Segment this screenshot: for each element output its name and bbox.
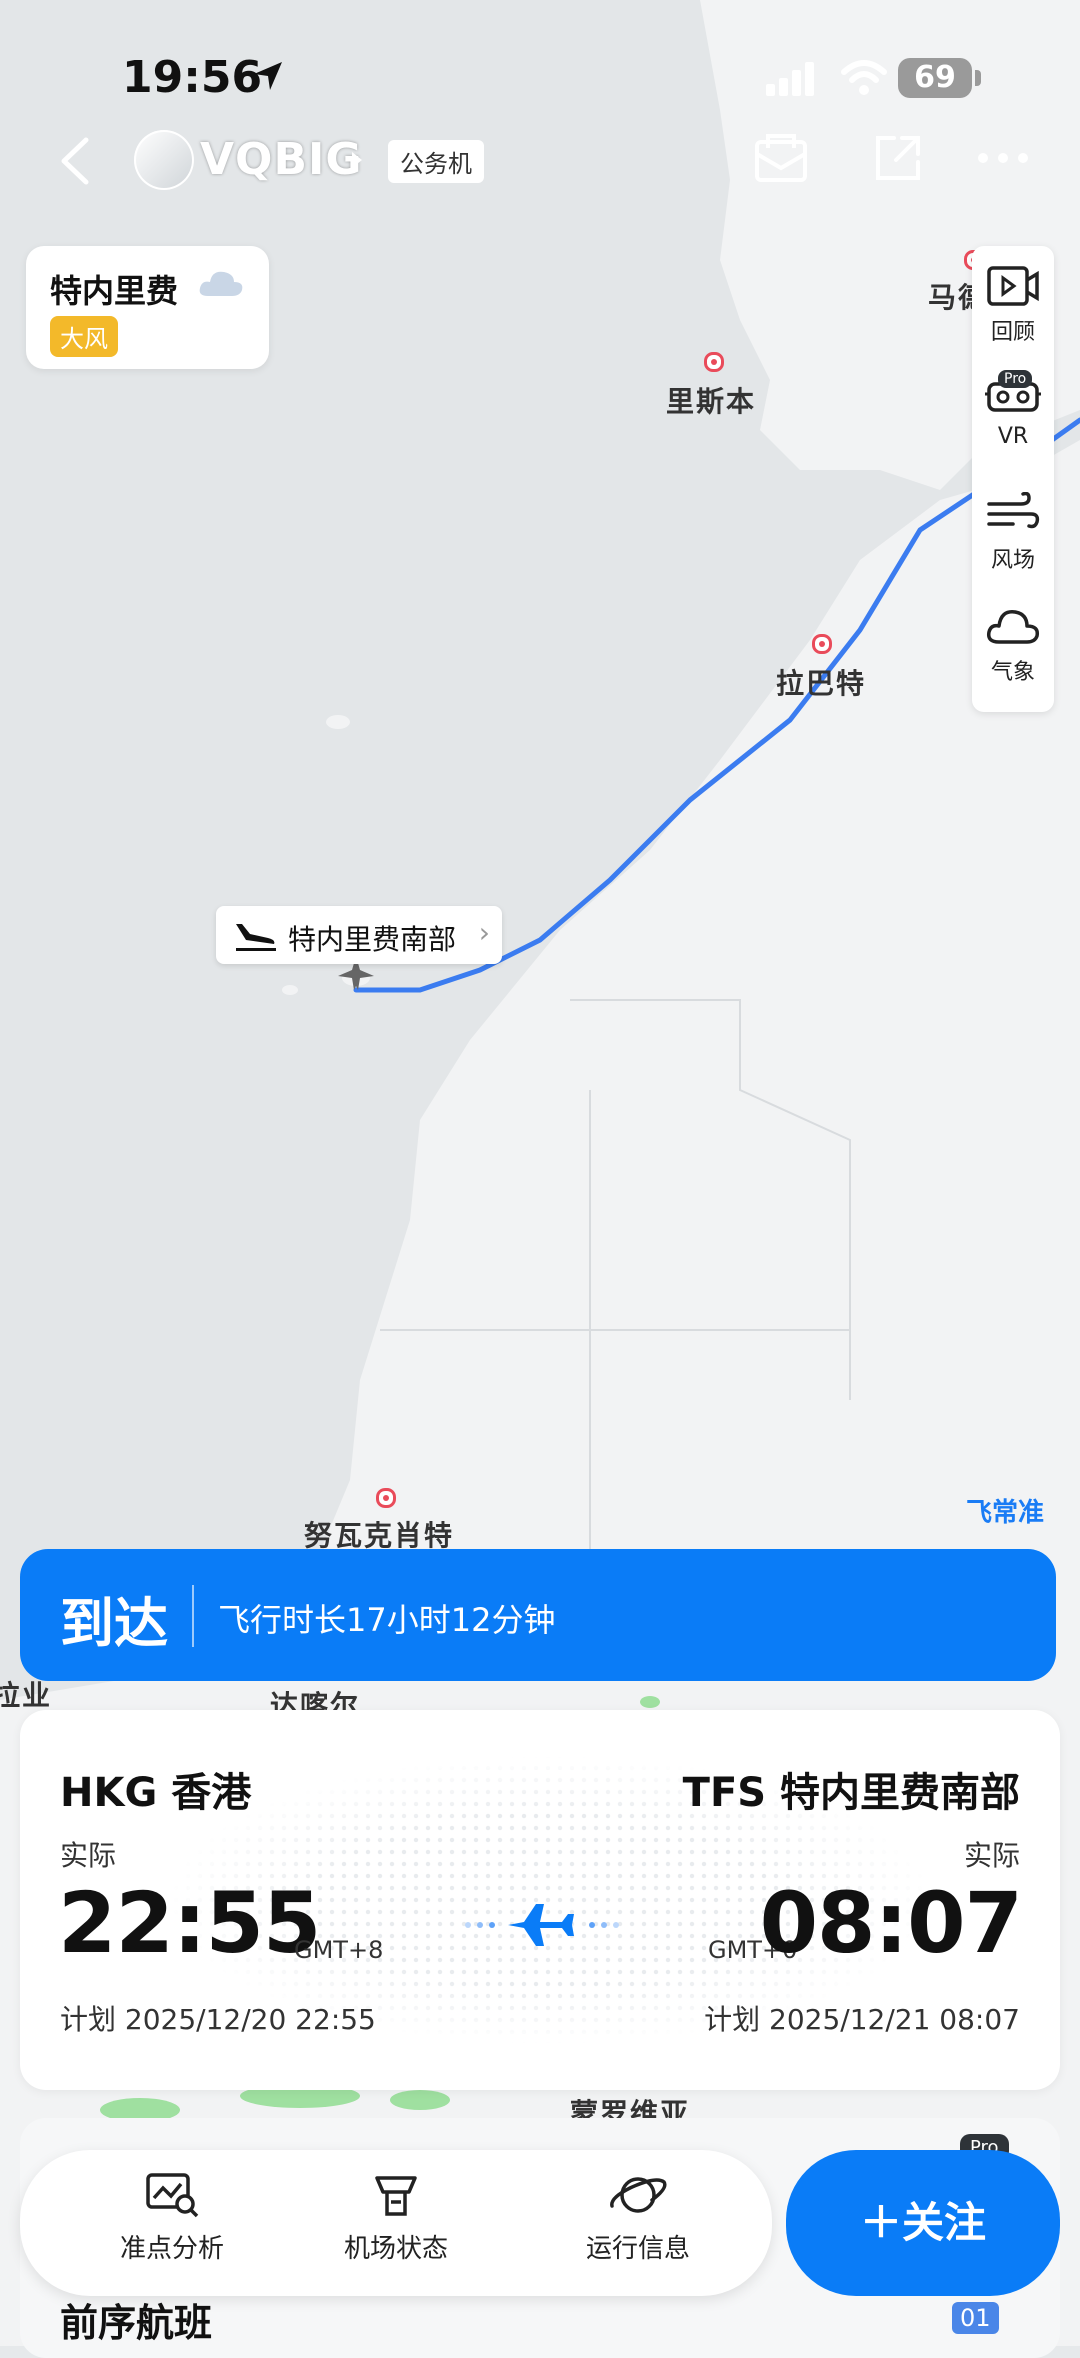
map-toolbar: 回顾 VR Pro 风场 气象: [972, 246, 1054, 712]
follow-button[interactable]: ＋关注: [786, 2150, 1060, 2296]
flight-status: 到达: [60, 1592, 168, 1655]
departure-time: 22:55: [58, 1874, 321, 1972]
airline-logo: [134, 130, 194, 190]
replay-icon: [987, 266, 1039, 306]
caret-right-icon: [352, 152, 362, 168]
aircraft-callout[interactable]: 特内里费南部 ›: [216, 906, 502, 964]
city-marker: [376, 1488, 396, 1508]
aircraft-callout-label: 特内里费南部: [288, 923, 457, 956]
departure-scheduled: 计划 2025/12/20 22:55: [60, 2003, 376, 2036]
wifi-icon: [841, 60, 887, 95]
aircraft-type-tag: 公务机: [388, 140, 484, 183]
tool-weather[interactable]: 气象: [972, 604, 1054, 686]
airplane-icon: [465, 1904, 619, 1946]
page-indicator: 01: [952, 2302, 999, 2334]
city-label-nouakchott: 努瓦克肖特: [304, 1519, 455, 1552]
mail-icon[interactable]: [754, 132, 808, 184]
weather-alert-badge: 大风: [50, 316, 118, 357]
flight-duration: 飞行时长17小时12分钟: [218, 1601, 556, 1639]
cloud-icon: [199, 271, 243, 296]
tool-wind-label: 风场: [990, 548, 1035, 573]
wind-icon: [987, 491, 1040, 529]
pro-badge: Pro: [998, 370, 1033, 388]
back-arrow-icon[interactable]: [56, 136, 96, 186]
flight-number[interactable]: VQBIG: [200, 134, 362, 185]
action-airport-status-label: 机场状态: [343, 2234, 448, 2264]
location-arrow-icon: [254, 62, 282, 90]
tool-vr-label: VR: [997, 424, 1029, 449]
more-icon[interactable]: [976, 148, 1030, 168]
departure-timezone: GMT+8: [294, 1936, 384, 1964]
action-punctuality[interactable]: 准点分析: [82, 2172, 262, 2265]
tool-wind[interactable]: 风场: [972, 491, 1054, 574]
action-bar: 准点分析 机场状态 运行信息: [20, 2150, 772, 2296]
flight-times-card[interactable]: HKG 香港 TFS 特内里费南部 实际 实际 22:55 GMT+8 GMT+…: [20, 1710, 1060, 2090]
departure-airport: HKG 香港: [60, 1770, 252, 1816]
arrival-time-kind: 实际: [963, 1839, 1020, 1872]
nav-bar: VQBIG 公务机: [0, 118, 1080, 202]
city-marker: [812, 634, 832, 654]
chevron-right-icon: ›: [478, 916, 490, 949]
city-label-rabat: 拉巴特: [776, 667, 867, 700]
battery-indicator: 69: [898, 58, 972, 98]
action-punctuality-label: 准点分析: [119, 2234, 224, 2264]
arrival-airport: TFS 特内里费南部: [682, 1770, 1020, 1816]
action-operation-info[interactable]: 运行信息: [548, 2172, 728, 2265]
weather-city: 特内里费: [50, 272, 179, 310]
tool-weather-label: 气象: [990, 660, 1035, 685]
arrival-time: 08:07: [759, 1874, 1023, 1972]
departure-time-kind: 实际: [60, 1839, 117, 1872]
destination-weather-card[interactable]: 特内里费 大风: [26, 246, 269, 369]
signal-icon: [766, 62, 814, 96]
punctuality-chart-icon: [146, 2173, 199, 2218]
city-label-lisbon: 里斯本: [666, 385, 757, 418]
arrival-scheduled: 计划 2025/12/21 08:07: [704, 2003, 1020, 2036]
section-title: 前序航班: [60, 2301, 213, 2345]
landing-plane-icon: [236, 924, 276, 951]
city-marker: [704, 352, 724, 372]
divider: [192, 1585, 194, 1647]
planet-icon: [610, 2177, 667, 2213]
tool-replay-label: 回顾: [990, 320, 1035, 345]
share-icon[interactable]: [872, 132, 924, 184]
control-tower-icon: [375, 2176, 417, 2216]
battery-tip: [975, 70, 981, 86]
flight-status-banner: 到达 飞行时长17小时12分钟: [20, 1549, 1056, 1681]
clock: 19:56: [122, 52, 263, 103]
watermark-logo: 飞常准: [966, 1498, 1045, 1528]
action-operation-info-label: 运行信息: [585, 2234, 690, 2264]
action-airport-status[interactable]: 机场状态: [306, 2172, 486, 2265]
cloud-icon: [986, 610, 1040, 644]
tool-replay[interactable]: 回顾: [972, 264, 1054, 346]
